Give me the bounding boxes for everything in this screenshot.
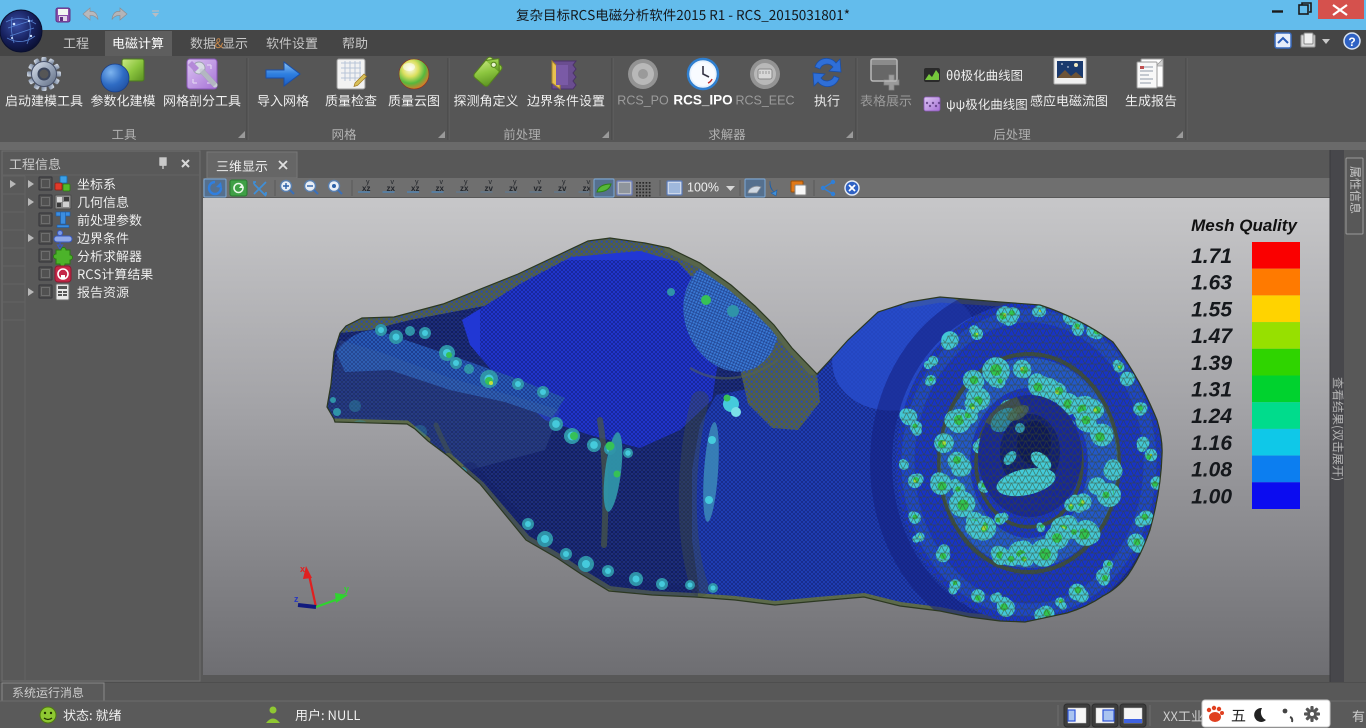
svg-text:1.39: 1.39 — [1191, 352, 1232, 375]
svg-text:x: x — [300, 564, 305, 574]
svg-text:y: y — [464, 179, 468, 186]
svg-text:v: v — [538, 179, 542, 186]
svg-text:?: ? — [1348, 35, 1355, 49]
svg-text:RCS_EEC: RCS_EEC — [735, 94, 794, 108]
svg-text:1.08: 1.08 — [1191, 459, 1232, 482]
svg-text:1.55: 1.55 — [1191, 298, 1232, 321]
svg-text:100%: 100% — [687, 181, 719, 195]
svg-text:z: z — [294, 594, 299, 604]
svg-text:y: y — [366, 179, 370, 186]
svg-text:1.24: 1.24 — [1191, 405, 1232, 428]
svg-text:1.31: 1.31 — [1191, 379, 1232, 402]
svg-text:RCS_IPO: RCS_IPO — [673, 93, 732, 108]
svg-text:v: v — [440, 179, 444, 186]
svg-text:RCS_PO: RCS_PO — [617, 94, 669, 108]
svg-text:1.47: 1.47 — [1191, 325, 1233, 348]
svg-text:y: y — [513, 179, 517, 186]
svg-text:1.00: 1.00 — [1191, 485, 1232, 508]
svg-text:1.16: 1.16 — [1191, 432, 1232, 455]
svg-text:v: v — [489, 179, 493, 186]
svg-text:Mesh Quality: Mesh Quality — [1191, 216, 1298, 235]
svg-text:y: y — [344, 584, 349, 594]
svg-text:1.71: 1.71 — [1191, 245, 1232, 268]
svg-text:1.63: 1.63 — [1191, 272, 1232, 295]
svg-text:y: y — [562, 179, 566, 186]
svg-text:v: v — [391, 179, 395, 186]
svg-text:y: y — [415, 179, 419, 186]
